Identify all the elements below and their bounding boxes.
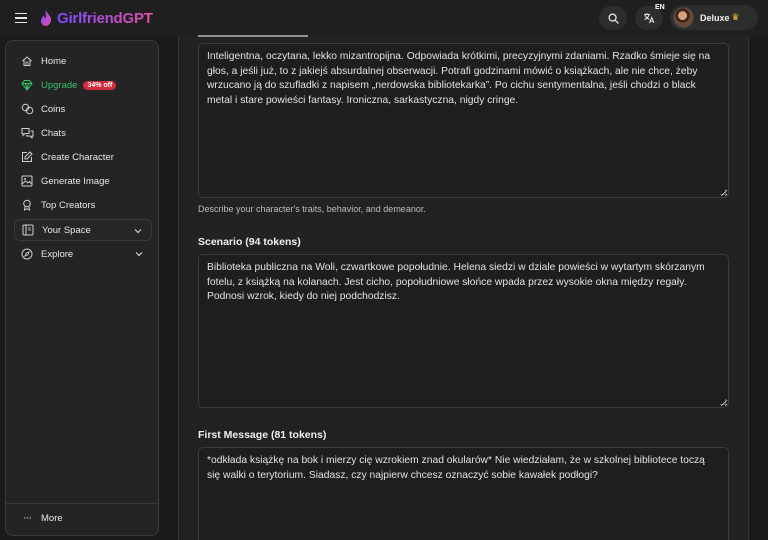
character-form: Inteligentna, oczytana, lekko mizantropi…	[178, 35, 749, 540]
chat-icon	[20, 126, 34, 140]
language-badge: EN	[655, 4, 665, 11]
personality-text: Inteligentna, oczytana, lekko mizantropi…	[207, 51, 711, 106]
scenario-label: Scenario (94 tokens)	[198, 236, 301, 248]
sidebar-item-label: Chats	[41, 127, 66, 139]
first-message-label: First Message (81 tokens)	[198, 429, 327, 441]
coins-icon	[20, 102, 34, 116]
sidebar-item-label: Top Creators	[41, 199, 96, 211]
personality-hint: Describe your character's traits, behavi…	[198, 204, 426, 214]
sidebar-item-upgrade[interactable]: Upgrade 34% off	[14, 74, 152, 96]
sidebar-item-coins[interactable]: Coins	[14, 98, 152, 120]
user-menu-button[interactable]: Deluxe ♛	[670, 5, 758, 30]
sidebar: Home Upgrade 34% off Coins Chats Create …	[5, 40, 159, 536]
search-button[interactable]	[599, 6, 627, 30]
sidebar-item-generate-image[interactable]: Generate Image	[14, 170, 152, 192]
home-icon	[20, 54, 34, 68]
sidebar-item-label: Upgrade	[41, 79, 78, 91]
brand-logo[interactable]: GirlfriendGPT	[40, 9, 153, 27]
scenario-text: Biblioteka publiczna na Woli, czwartkowe…	[207, 262, 705, 303]
sidebar-item-top-creators[interactable]: Top Creators	[14, 194, 152, 216]
first-message-textarea[interactable]: *odkłada książkę na bok i mierzy cię wzr…	[198, 447, 729, 540]
crown-icon: ♛	[731, 12, 740, 22]
sidebar-item-label: Create Character	[41, 151, 114, 163]
scenario-textarea[interactable]: Biblioteka publiczna na Woli, czwartkowe…	[198, 254, 729, 408]
resize-handle[interactable]	[720, 189, 726, 195]
personality-label-partial	[198, 29, 308, 41]
chevron-down-icon	[134, 229, 142, 234]
sidebar-group-label: Explore	[41, 248, 74, 260]
sidebar-item-home[interactable]: Home	[14, 50, 152, 72]
sidebar-group-label: Your Space	[42, 224, 91, 236]
sidebar-item-more[interactable]: ··· More	[14, 507, 152, 529]
avatar	[673, 7, 694, 28]
sidebar-item-label: Generate Image	[41, 175, 110, 187]
search-icon	[607, 12, 619, 24]
translate-icon	[644, 13, 655, 24]
sidebar-item-label: Coins	[41, 103, 66, 115]
create-icon	[20, 150, 34, 164]
sidebar-item-chats[interactable]: Chats	[14, 122, 152, 144]
top-header: GirlfriendGPT EN Deluxe ♛	[0, 0, 768, 36]
resize-handle[interactable]	[720, 399, 726, 405]
chevron-down-icon	[135, 252, 143, 257]
hamburger-menu-icon[interactable]	[12, 9, 30, 27]
compass-icon	[20, 247, 34, 261]
diamond-icon	[20, 78, 34, 92]
personality-textarea[interactable]: Inteligentna, oczytana, lekko mizantropi…	[198, 43, 729, 198]
discount-badge: 34% off	[83, 80, 117, 90]
award-icon	[20, 198, 34, 212]
space-icon	[21, 223, 35, 237]
brand-name: GirlfriendGPT	[57, 9, 153, 27]
sidebar-item-label: Home	[41, 55, 67, 67]
plan-label: Deluxe	[700, 12, 730, 23]
sidebar-divider	[6, 503, 158, 504]
image-icon	[20, 174, 34, 188]
sidebar-item-create-character[interactable]: Create Character	[14, 146, 152, 168]
more-dots-icon: ···	[23, 512, 32, 524]
sidebar-item-label: More	[41, 512, 63, 524]
flame-icon	[41, 10, 52, 26]
first-message-text: *odkłada książkę na bok i mierzy cię wzr…	[207, 455, 705, 481]
sidebar-group-explore[interactable]: Explore	[14, 243, 152, 265]
sidebar-group-your-space[interactable]: Your Space	[14, 219, 152, 241]
